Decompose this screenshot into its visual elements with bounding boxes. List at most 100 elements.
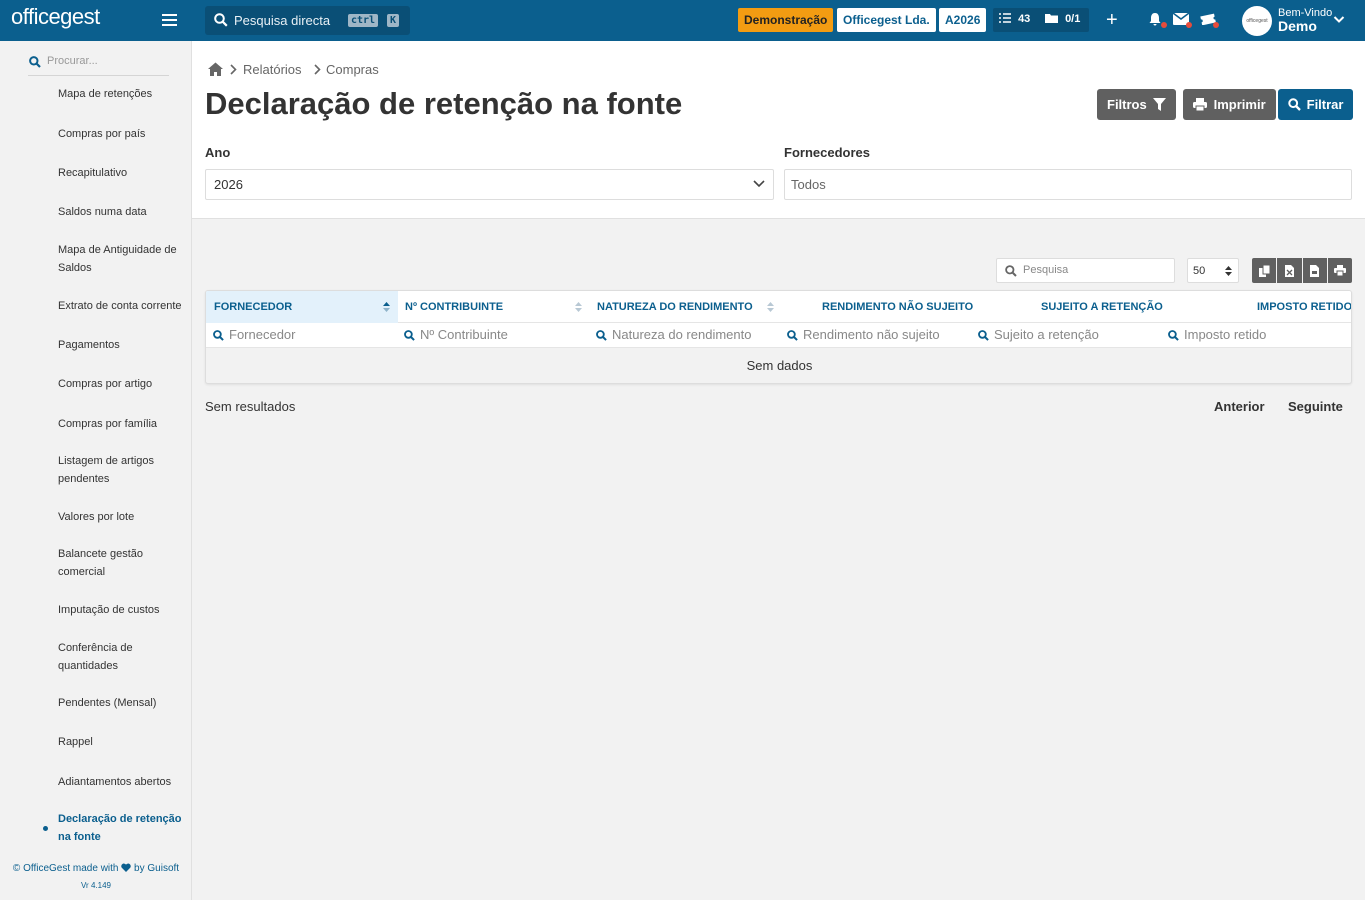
results-info: Sem resultados bbox=[205, 399, 296, 414]
print-button-label: Imprimir bbox=[1213, 97, 1266, 112]
search-icon bbox=[214, 13, 228, 27]
year-label: Ano bbox=[205, 145, 231, 160]
column-header-imposto-retido[interactable]: IMPOSTO RETIDO bbox=[1257, 291, 1351, 323]
sidebar-item-balancete[interactable]: Balancete gestão comercial bbox=[58, 545, 192, 581]
page-size-select[interactable]: 50 bbox=[1187, 258, 1239, 283]
filter-contribuinte-input[interactable] bbox=[420, 327, 580, 342]
filter-icon bbox=[1153, 98, 1167, 111]
sort-caret-icon bbox=[1225, 266, 1232, 276]
table-search-input[interactable] bbox=[1023, 264, 1163, 276]
breadcrumb-relatorios[interactable]: Relatórios bbox=[243, 62, 302, 77]
year-badge[interactable]: A2026 bbox=[939, 8, 987, 32]
sidebar-search-input[interactable] bbox=[47, 55, 167, 67]
sidebar-item-conferencia-quantidades[interactable]: Conferência de quantidades bbox=[58, 639, 192, 675]
add-icon[interactable]: + bbox=[1106, 9, 1118, 32]
sidebar-item-adiantamentos[interactable]: Adiantamentos abertos bbox=[58, 773, 192, 791]
sidebar-item-rappel[interactable]: Rappel bbox=[58, 733, 192, 751]
sidebar-footer: © OfficeGest made with by Guisoft bbox=[0, 863, 192, 874]
print-table-button[interactable] bbox=[1327, 258, 1352, 283]
data-table: FORNECEDOR Nº CONTRIBUINTE NATUREZA DO R… bbox=[205, 290, 1352, 384]
year-select[interactable]: 2026 bbox=[205, 169, 774, 200]
top-bar: officegest Pesquisa directa ctrl K Demon… bbox=[0, 0, 1365, 41]
sidebar-item-extrato-conta[interactable]: Extrato de conta corrente bbox=[58, 297, 192, 315]
menu-toggle-icon[interactable] bbox=[162, 14, 177, 26]
sidebar-item-mapa-retencoes[interactable]: Mapa de retenções bbox=[58, 85, 192, 103]
footer-right-text[interactable]: by Guisoft bbox=[134, 863, 179, 874]
kbd-k: K bbox=[387, 14, 400, 27]
sidebar-item-mapa-antiguidade[interactable]: Mapa de Antiguidade de Saldos bbox=[58, 241, 192, 277]
heart-icon bbox=[121, 863, 132, 872]
sidebar-item-compras-por-pais[interactable]: Compras por país bbox=[58, 125, 192, 143]
filter-submit-button[interactable]: Filtrar bbox=[1278, 89, 1354, 120]
search-icon bbox=[213, 330, 224, 341]
user-menu[interactable]: Bem-Vindo Demo bbox=[1278, 7, 1332, 34]
page-size-value: 50 bbox=[1193, 265, 1206, 277]
search-icon bbox=[596, 330, 607, 341]
sidebar-item-compras-por-familia[interactable]: Compras por família bbox=[58, 415, 192, 433]
tasks-icon bbox=[999, 13, 1011, 23]
chevron-down-icon[interactable] bbox=[1333, 13, 1345, 25]
column-header-fornecedor[interactable]: FORNECEDOR bbox=[206, 291, 398, 323]
tasks-counter[interactable]: 43 bbox=[999, 13, 1030, 25]
documents-counter[interactable]: 0/1 bbox=[1045, 13, 1080, 25]
copy-button[interactable] bbox=[1252, 258, 1277, 283]
search-icon bbox=[404, 330, 415, 341]
sidebar-search[interactable] bbox=[28, 53, 169, 76]
sidebar-item-saldos-numa-data[interactable]: Saldos numa data bbox=[58, 203, 192, 221]
pdf-button[interactable] bbox=[1302, 258, 1327, 283]
counters[interactable]: 43 0/1 bbox=[993, 8, 1089, 32]
breadcrumb-compras[interactable]: Compras bbox=[326, 62, 379, 77]
filter-sujeito-input[interactable] bbox=[994, 327, 1154, 342]
footer-left-text: © OfficeGest made with bbox=[12, 863, 119, 874]
column-header-rendimento-nao-sujeito[interactable]: RENDIMENTO NÃO SUJEITO bbox=[822, 291, 1002, 323]
filters-button[interactable]: Filtros bbox=[1097, 89, 1177, 120]
column-header-natureza[interactable]: NATUREZA DO RENDIMENTO bbox=[597, 291, 783, 323]
column-label: RENDIMENTO NÃO SUJEITO bbox=[822, 301, 974, 313]
filter-imposto-input[interactable] bbox=[1184, 327, 1344, 342]
column-header-sujeito-retencao[interactable]: SUJEITO A RETENÇÃO bbox=[1041, 291, 1221, 323]
export-buttons bbox=[1252, 258, 1352, 283]
previous-page-button[interactable]: Anterior bbox=[1214, 399, 1265, 414]
notifications-icon[interactable] bbox=[1148, 12, 1167, 28]
chevron-right-icon bbox=[314, 64, 321, 75]
suppliers-input[interactable] bbox=[791, 177, 1345, 192]
filters-button-label: Filtros bbox=[1107, 97, 1147, 112]
sidebar-item-pagamentos[interactable]: Pagamentos bbox=[58, 336, 192, 354]
print-button[interactable]: Imprimir bbox=[1183, 89, 1276, 120]
sidebar-item-declaracao-retencao[interactable]: Declaração de retenção na fonte bbox=[58, 810, 192, 846]
ticket-icon[interactable] bbox=[1200, 12, 1219, 28]
sidebar-item-artigos-pendentes[interactable]: Listagem de artigos pendentes bbox=[58, 452, 192, 488]
page-title: Declaração de retenção na fonte bbox=[205, 86, 683, 121]
sidebar-item-pendentes-mensal[interactable]: Pendentes (Mensal) bbox=[58, 694, 192, 712]
excel-button[interactable] bbox=[1277, 258, 1302, 283]
column-label: FORNECEDOR bbox=[214, 301, 293, 313]
user-name: Demo bbox=[1278, 18, 1317, 34]
filter-fornecedor-input[interactable] bbox=[229, 327, 389, 342]
chevron-down-icon bbox=[753, 180, 765, 188]
chevron-right-icon bbox=[230, 64, 237, 75]
table-search[interactable] bbox=[996, 258, 1175, 283]
company-badge[interactable]: Officegest Lda. bbox=[837, 8, 936, 32]
app-logo[interactable]: officegest bbox=[11, 4, 100, 30]
demo-badge[interactable]: Demonstração bbox=[738, 8, 834, 32]
user-avatar[interactable]: officegest bbox=[1242, 6, 1272, 36]
home-icon[interactable] bbox=[208, 62, 223, 76]
sidebar-item-imputacao-custos[interactable]: Imputação de custos bbox=[58, 601, 192, 619]
search-icon bbox=[1005, 265, 1017, 277]
next-page-button[interactable]: Seguinte bbox=[1288, 399, 1343, 414]
print-icon bbox=[1193, 98, 1207, 112]
sidebar-item-recapitulativo[interactable]: Recapitulativo bbox=[58, 164, 192, 182]
suppliers-field[interactable] bbox=[784, 169, 1352, 200]
sort-icon bbox=[767, 302, 774, 312]
global-search[interactable]: Pesquisa directa ctrl K bbox=[205, 6, 410, 35]
column-header-contribuinte[interactable]: Nº CONTRIBUINTE bbox=[405, 291, 591, 323]
sidebar-item-compras-por-artigo[interactable]: Compras por artigo bbox=[58, 375, 192, 393]
pdf-icon bbox=[1310, 264, 1320, 277]
sidebar-item-valores-por-lote[interactable]: Valores por lote bbox=[58, 508, 192, 526]
column-label: SUJEITO A RETENÇÃO bbox=[1041, 301, 1163, 313]
table-empty-message: Sem dados bbox=[746, 358, 813, 373]
filter-rendimento-input[interactable] bbox=[803, 327, 963, 342]
filter-natureza-input[interactable] bbox=[612, 327, 772, 342]
mail-icon[interactable] bbox=[1172, 12, 1192, 28]
tasks-count: 43 bbox=[1018, 13, 1031, 25]
